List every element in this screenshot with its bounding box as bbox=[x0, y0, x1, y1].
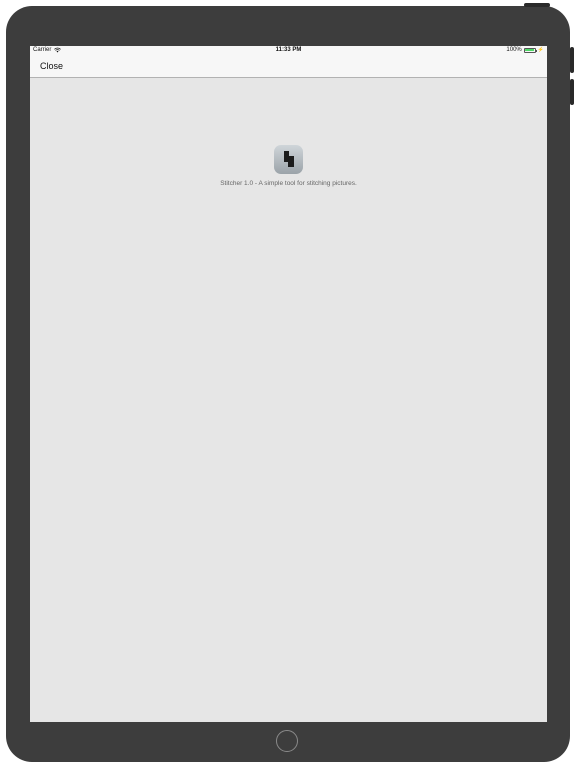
navigation-bar: Close bbox=[30, 56, 547, 78]
about-text: Stitcher 1.0 - A simple tool for stitchi… bbox=[220, 180, 357, 187]
status-right: 100% ⚡ bbox=[506, 47, 544, 53]
status-bar: Carrier 11:33 PM 100% ⚡ bbox=[30, 46, 547, 56]
status-time: 11:33 PM bbox=[275, 47, 302, 53]
battery-cap bbox=[535, 49, 537, 52]
power-button bbox=[524, 3, 550, 7]
volume-up-button bbox=[570, 47, 574, 73]
stitcher-app-icon bbox=[274, 145, 303, 174]
battery-fill bbox=[525, 49, 535, 51]
home-button[interactable] bbox=[276, 730, 298, 752]
screen: Carrier 11:33 PM 100% ⚡ Close Stitcher 1… bbox=[30, 46, 547, 722]
battery-percent: 100% bbox=[506, 47, 522, 53]
battery-icon bbox=[523, 47, 537, 53]
charging-bolt-icon: ⚡ bbox=[537, 47, 544, 53]
about-section: Stitcher 1.0 - A simple tool for stitchi… bbox=[30, 145, 547, 187]
volume-down-button bbox=[570, 79, 574, 105]
app-icon-glyph-bottom bbox=[288, 156, 294, 167]
close-button[interactable]: Close bbox=[40, 61, 63, 71]
